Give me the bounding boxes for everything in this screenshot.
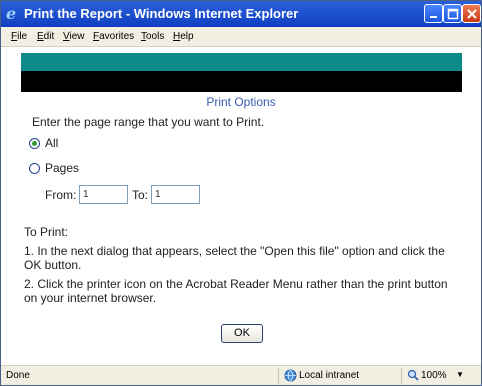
- radio-pages-label[interactable]: Pages: [45, 161, 79, 175]
- menu-file[interactable]: File: [11, 31, 27, 42]
- maximize-button[interactable]: [443, 4, 462, 23]
- ok-button[interactable]: OK: [221, 324, 263, 343]
- to-print-heading: To Print:: [24, 225, 69, 239]
- menu-favorites[interactable]: Favorites: [93, 31, 134, 42]
- radio-pages[interactable]: [29, 163, 40, 174]
- header-banner-teal: [21, 53, 462, 71]
- step-1-text: 1. In the next dialog that appears, sele…: [24, 244, 445, 272]
- local-intranet-icon: [284, 369, 297, 382]
- zoom-level[interactable]: 100%: [421, 370, 447, 381]
- to-label: To:: [132, 188, 149, 202]
- menu-tools[interactable]: Tools: [141, 31, 164, 42]
- menu-help[interactable]: Help: [173, 31, 194, 42]
- from-label: From:: [45, 188, 77, 202]
- minimize-button[interactable]: [424, 4, 443, 23]
- page-content: Print Options Enter the page range that …: [1, 47, 481, 365]
- from-input[interactable]: [79, 185, 128, 204]
- browser-window: e Print the Report - Windows Internet Ex…: [0, 0, 482, 386]
- ie-icon: e: [6, 4, 17, 23]
- instruction-text: Enter the page range that you want to Pr…: [32, 115, 265, 129]
- minimize-icon: [430, 16, 437, 18]
- radio-all[interactable]: [29, 138, 40, 149]
- header-banner-black: [21, 71, 462, 92]
- status-bar: Done Local intranet 100% ▼: [1, 365, 481, 385]
- step-2-text: 2. Click the printer icon on the Acrobat…: [24, 277, 448, 305]
- page-title: Print Options: [206, 95, 276, 109]
- zoom-dropdown-icon[interactable]: ▼: [456, 370, 464, 379]
- menu-bar: File Edit View Favorites Tools Help: [1, 27, 481, 47]
- zoom-icon[interactable]: [407, 369, 419, 381]
- menu-view[interactable]: View: [63, 31, 85, 42]
- maximize-icon: [447, 8, 459, 20]
- title-bar[interactable]: e Print the Report - Windows Internet Ex…: [1, 1, 481, 27]
- window-title: Print the Report - Windows Internet Expl…: [24, 6, 299, 21]
- to-input[interactable]: [151, 185, 200, 204]
- menu-edit[interactable]: Edit: [37, 31, 54, 42]
- status-text: Done: [6, 370, 30, 381]
- zone-text: Local intranet: [299, 370, 360, 381]
- status-divider-2: [401, 368, 402, 384]
- close-icon: [467, 9, 477, 19]
- close-button[interactable]: [462, 4, 481, 23]
- status-divider: [278, 368, 279, 384]
- radio-all-label[interactable]: All: [45, 136, 58, 150]
